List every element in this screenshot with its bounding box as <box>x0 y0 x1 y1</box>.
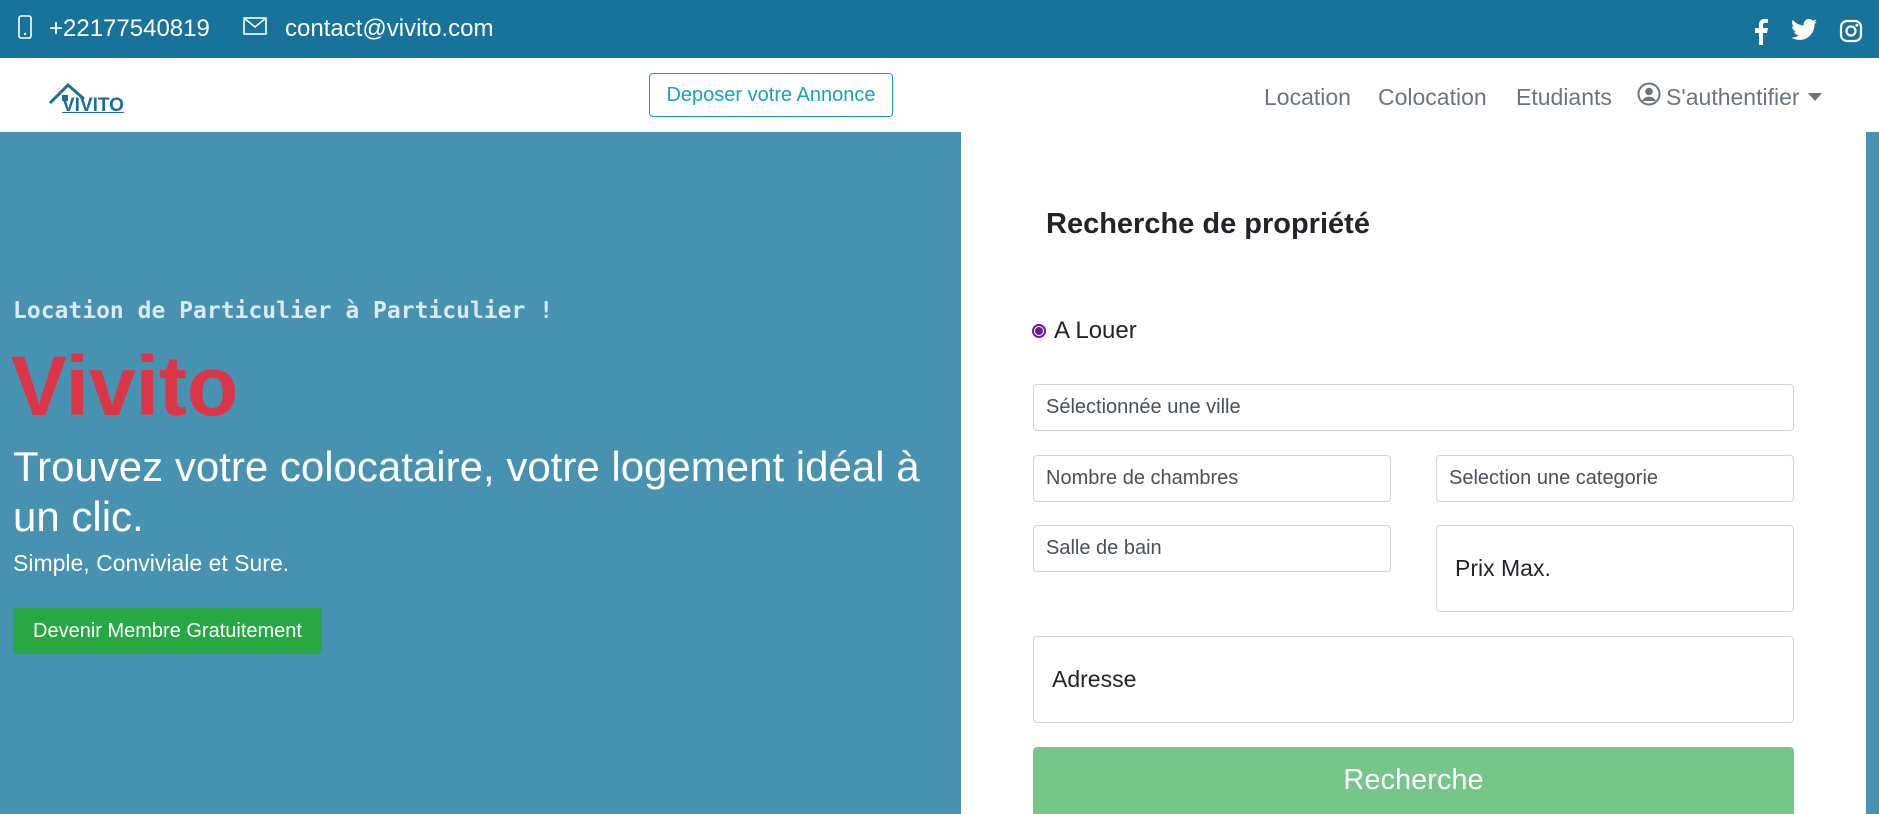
radio-label: A Louer <box>1054 317 1137 344</box>
phone-icon <box>18 15 32 44</box>
bathroom-input[interactable]: Salle de bain <box>1033 525 1391 572</box>
radio-a-louer[interactable]: A Louer <box>1032 317 1137 345</box>
mail-icon <box>243 17 267 40</box>
phone-number[interactable]: +22177540819 <box>49 15 210 43</box>
address-input[interactable]: Adresse <box>1033 636 1794 723</box>
category-select[interactable]: Selection une categorie <box>1436 455 1794 502</box>
facebook-icon[interactable] <box>1752 19 1770 50</box>
hero-headline: Trouvez votre colocataire, votre logemen… <box>13 443 920 540</box>
email-address[interactable]: contact@vivito.com <box>285 15 493 43</box>
hero-tagline: Location de Particulier à Particulier ! <box>13 298 554 324</box>
vivito-logo[interactable]: VIVITO <box>48 81 128 119</box>
hero-subline: Simple, Conviviale et Sure. <box>13 550 290 576</box>
twitter-icon[interactable] <box>1791 19 1817 46</box>
navbar: VIVITO Deposer votre Annonce Location Co… <box>0 58 1879 132</box>
chevron-down-icon <box>1807 93 1822 101</box>
max-price-input[interactable]: Prix Max. <box>1436 525 1794 612</box>
search-button[interactable]: Recherche <box>1033 747 1794 814</box>
nav-link-location[interactable]: Location <box>1264 84 1351 111</box>
nav-link-colocation[interactable]: Colocation <box>1378 84 1487 111</box>
city-select[interactable]: Sélectionnée une ville <box>1033 384 1794 431</box>
hero-section: Location de Particulier à Particulier ! … <box>0 132 961 814</box>
hero-right-edge <box>1866 132 1879 814</box>
search-title: Recherche de propriété <box>1046 208 1370 240</box>
nav-link-etudiants[interactable]: Etudiants <box>1516 84 1612 111</box>
auth-dropdown[interactable]: S'authentifier <box>1637 82 1822 112</box>
radio-button[interactable] <box>1032 324 1046 338</box>
deposit-ad-button[interactable]: Deposer votre Annonce <box>649 73 893 117</box>
logo-text: VIVITO <box>62 95 124 116</box>
auth-label: S'authentifier <box>1666 83 1800 110</box>
user-circle-icon <box>1637 82 1661 112</box>
top-contact-bar: +22177540819 contact@vivito.com <box>0 0 1879 58</box>
join-free-button[interactable]: Devenir Membre Gratuitement <box>13 608 322 654</box>
instagram-icon[interactable] <box>1839 19 1863 48</box>
property-search-card: Recherche de propriété A Louer Sélection… <box>961 132 1866 814</box>
hero-brand: Vivito <box>11 339 239 433</box>
bedrooms-input[interactable]: Nombre de chambres <box>1033 455 1391 502</box>
